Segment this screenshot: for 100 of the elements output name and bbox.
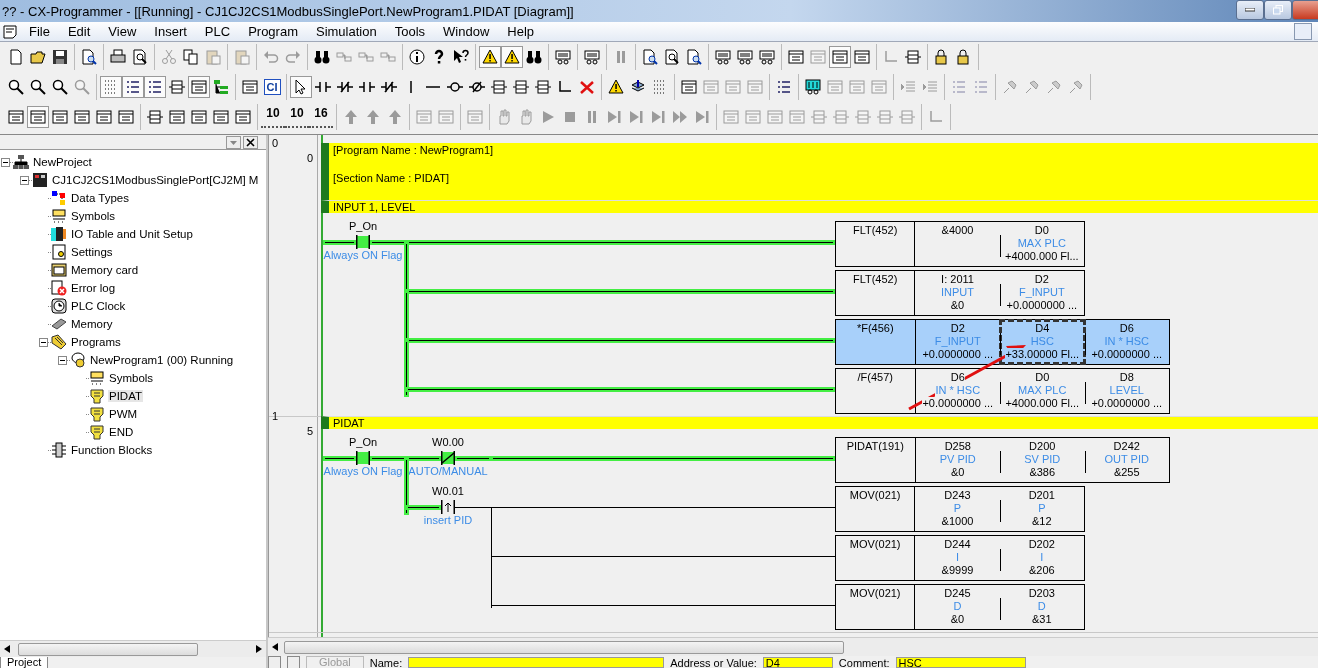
- operand-cell[interactable]: D200 SV PID &386: [1000, 438, 1085, 482]
- closed-contact-icon[interactable]: [381, 79, 397, 95]
- save-icon[interactable]: [52, 49, 68, 65]
- instruction-block[interactable]: FLT(452) &4000 D0 MAX PLC +4000.000 Fl...: [835, 221, 1085, 267]
- menu-item[interactable]: Tools: [385, 24, 435, 39]
- search-icon[interactable]: [30, 79, 46, 95]
- name-field[interactable]: [408, 657, 665, 668]
- collapse-icon[interactable]: [58, 355, 67, 365]
- tree-item[interactable]: NewProject: [32, 156, 93, 168]
- collapse-icon[interactable]: [39, 337, 48, 347]
- operand-cell[interactable]: I: 2011 INPUT &0: [915, 271, 1000, 315]
- operand-cell[interactable]: D203 D &31: [999, 585, 1084, 629]
- operand-cell[interactable]: D2 F_INPUT +0.0000000 ...: [915, 320, 1000, 364]
- tree-item[interactable]: Memory: [70, 318, 114, 330]
- operand-cell[interactable]: D243 P &1000: [915, 487, 1000, 531]
- operand-cell[interactable]: D258 PV PID &0: [915, 438, 1000, 482]
- closed-contact-icon[interactable]: [337, 79, 353, 95]
- document-search-icon[interactable]: [81, 49, 97, 65]
- instruction-block[interactable]: *F(456) D2 F_INPUT +0.0000000 ... D4 HSC +33.00000 Fl... D6 IN * HSC +0.0000000 ...: [835, 319, 1170, 365]
- document-window-icon[interactable]: [3, 24, 17, 39]
- list-icon[interactable]: [776, 79, 792, 95]
- printer-icon[interactable]: [110, 49, 126, 65]
- operand-cell[interactable]: D2 F_INPUT +0.0000000 ...: [999, 271, 1084, 315]
- tree-item[interactable]: PLC Clock: [70, 300, 127, 312]
- comment-field[interactable]: HSC: [895, 657, 1026, 668]
- search-icon[interactable]: [52, 79, 68, 95]
- tree-item[interactable]: Function Blocks: [70, 444, 154, 456]
- scrollbar-thumb[interactable]: [18, 642, 198, 656]
- toggle-button[interactable]: [479, 46, 501, 68]
- print-preview-icon[interactable]: [664, 49, 680, 65]
- tree-item[interactable]: CJ1CJ2CS1ModbusSinglePort[CJ2M] M: [51, 174, 260, 186]
- tree-item[interactable]: Programs: [70, 336, 122, 348]
- device-icon[interactable]: [555, 49, 571, 65]
- window-icon[interactable]: [8, 109, 24, 125]
- collapse-icon[interactable]: [1, 157, 10, 167]
- project-tab[interactable]: Project: [0, 657, 49, 668]
- search-icon[interactable]: [8, 79, 24, 95]
- pointer-help-icon[interactable]: [453, 49, 469, 65]
- window-icon[interactable]: [52, 109, 68, 125]
- window-icon[interactable]: [788, 49, 804, 65]
- operand-cell[interactable]: D244 I &9999: [915, 536, 1000, 580]
- menu-item[interactable]: PLC: [195, 24, 240, 39]
- menu-item[interactable]: Insert: [145, 24, 196, 39]
- operand-cell[interactable]: D4 HSC +33.00000 Fl...: [1000, 320, 1085, 364]
- scrollbar-thumb[interactable]: [284, 640, 844, 654]
- toggle-button[interactable]: [100, 76, 122, 98]
- function-block-icon[interactable]: [513, 79, 529, 95]
- info-icon[interactable]: [409, 49, 425, 65]
- function-block-icon[interactable]: [491, 79, 507, 95]
- function-block-icon[interactable]: [169, 79, 185, 95]
- document-search-icon[interactable]: [642, 49, 658, 65]
- close-button[interactable]: [243, 135, 258, 149]
- toggle-button[interactable]: [501, 46, 523, 68]
- menu-item[interactable]: File: [20, 24, 59, 39]
- function-block-icon[interactable]: [147, 109, 163, 125]
- window-icon[interactable]: [74, 109, 90, 125]
- tree-item[interactable]: Memory card: [70, 264, 140, 276]
- toolbar-button[interactable]: 10: [285, 106, 309, 128]
- tree-item[interactable]: Error log: [70, 282, 117, 294]
- tree-item[interactable]: Symbols: [108, 372, 155, 384]
- window-icon[interactable]: [213, 109, 229, 125]
- function-block-icon[interactable]: [905, 49, 921, 65]
- toolbar-button[interactable]: CI: [263, 79, 281, 95]
- contact-icon[interactable]: [359, 79, 375, 95]
- tree-item[interactable]: IO Table and Unit Setup: [70, 228, 194, 240]
- tree-item[interactable]: PIDAT: [108, 390, 143, 402]
- padlock-icon[interactable]: [934, 49, 950, 65]
- device-icon[interactable]: [737, 49, 753, 65]
- warning-icon[interactable]: [608, 79, 624, 95]
- operand-cell[interactable]: D201 P &12: [999, 487, 1084, 531]
- toggle-button[interactable]: [122, 76, 144, 98]
- menu-item[interactable]: View: [99, 24, 146, 39]
- tree-item[interactable]: NewProgram1 (00) Running: [89, 354, 235, 366]
- tree-icon[interactable]: [213, 79, 229, 95]
- operand-cell[interactable]: &4000: [915, 222, 1000, 266]
- operand-cell[interactable]: D0 MAX PLC +4000.000 Fl...: [1000, 369, 1085, 413]
- instruction-block[interactable]: MOV(021) D245 D &0 D203 D &31: [835, 584, 1085, 630]
- device-icon[interactable]: [584, 49, 600, 65]
- operand-cell[interactable]: D202 I &206: [999, 536, 1084, 580]
- instruction-block[interactable]: MOV(021) D243 P &1000 D201 P &12: [835, 486, 1085, 532]
- menu-item[interactable]: Program: [239, 24, 307, 39]
- address-field[interactable]: D4: [762, 657, 833, 668]
- tree-item[interactable]: END: [108, 426, 135, 438]
- operand-cell[interactable]: D245 D &0: [915, 585, 1000, 629]
- delete-icon[interactable]: [579, 79, 595, 95]
- corner-line-icon[interactable]: [557, 79, 573, 95]
- window-icon[interactable]: [854, 49, 870, 65]
- window-icon[interactable]: [96, 109, 112, 125]
- instruction-block[interactable]: FLT(452) I: 2011 INPUT &0 D2 F_INPUT +0.0000000 ...: [835, 270, 1085, 316]
- contact-icon[interactable]: [315, 79, 331, 95]
- window-icon[interactable]: [235, 109, 251, 125]
- window-icon[interactable]: [242, 79, 258, 95]
- instruction-block[interactable]: PIDAT(191) D258 PV PID &0 D200 SV PID &386 D242 OUT PID &255: [835, 437, 1170, 483]
- toggle-button[interactable]: [27, 106, 49, 128]
- print-preview-icon[interactable]: [132, 49, 148, 65]
- tree-item[interactable]: PWM: [108, 408, 139, 420]
- menu-item[interactable]: Help: [498, 24, 544, 39]
- operand-cell[interactable]: D8 LEVEL +0.0000000 ...: [1084, 369, 1169, 413]
- operand-cell[interactable]: D0 MAX PLC +4000.000 Fl...: [999, 222, 1084, 266]
- monitor-panel-icon[interactable]: [805, 79, 821, 95]
